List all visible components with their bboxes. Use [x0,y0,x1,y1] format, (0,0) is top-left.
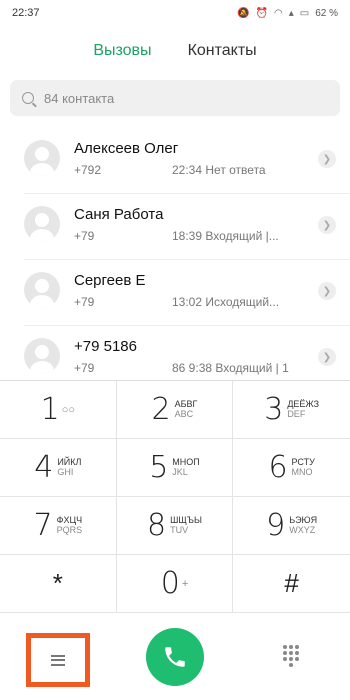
key-letters-lat: JKL [172,466,188,477]
status-bar: 22:37 🔕 ⏰ ◠ ▴ ▭ 62 % [0,0,350,26]
menu-button[interactable] [26,633,90,687]
key-6[interactable]: 6 РСТУ MNO [233,439,350,497]
tab-contacts[interactable]: Контакты [188,42,257,60]
key-5[interactable]: 5 МНОП JKL [116,439,234,497]
key-digit: 4 [34,450,54,485]
search-icon [22,92,34,104]
call-time: 18:39 [172,229,203,243]
key-digit: 7 [33,508,53,543]
key-1[interactable]: 1 ○○ [0,381,117,439]
call-status: Входящий |... [205,229,279,243]
key-letters: ЬЭЮЯ WXYZ [289,515,317,535]
call-number: +79 [74,229,95,243]
call-status: Исходящий... [205,295,280,309]
key-plus: + [181,577,189,590]
key-letters-lat: DEF [287,408,306,419]
chevron-right-icon[interactable]: ❯ [318,216,336,234]
key-7[interactable]: 7 ФХЦЧ PQRS [0,497,117,555]
key-9[interactable]: 9 ЬЭЮЯ WXYZ [233,497,350,555]
key-digit: * [52,568,63,598]
call-time: 22:34 [172,163,203,177]
voicemail-icon: ○○ [61,403,76,416]
key-letters-lat: WXYZ [289,524,316,535]
key-digit: 9 [266,508,286,543]
key-letters: ДЕЁЖЗ DEF [287,399,319,419]
call-log-item[interactable]: +79 5186 +79 86 9:38 Входящий | 1 ❯ [24,326,350,380]
bottom-bar [0,612,350,700]
call-log-item[interactable]: Алексеев Олег +792 22:34 Нет ответа ❯ [24,128,350,194]
tab-bar: Вызовы Контакты [0,36,350,66]
call-log-item[interactable]: Сергеев Е +79 13:02 Исходящий... ❯ [24,260,350,326]
avatar [24,272,60,308]
key-letters: АБВГ ABC [174,399,198,419]
key-digit: 0 [160,566,180,601]
call-button[interactable] [146,628,204,686]
call-meta: 18:39 Входящий |... [172,229,279,243]
search-placeholder: 84 контакта [44,90,115,106]
key-letters: ШЩЪЫ TUV [170,515,202,535]
call-time: 86 9:38 [172,361,213,375]
alarm-icon: ⏰ [255,7,268,19]
call-time: 13:02 [172,295,203,309]
key-letters-lat: ABC [174,408,194,419]
key-4[interactable]: 4 ИЙКЛ GHI [0,439,117,497]
dialpad-toggle-icon[interactable] [280,645,302,667]
phone-icon [165,647,185,667]
key-digit: 3 [264,392,284,427]
call-meta: 22:34 Нет ответа [172,163,266,177]
chevron-right-icon[interactable]: ❯ [318,150,336,168]
call-number: +792 [74,163,102,177]
call-number: +79 [74,295,95,309]
key-digit: # [284,568,299,598]
call-number: +79 [74,361,95,375]
call-status: Нет ответа [205,163,266,177]
signal-icon: ▴ [288,7,294,19]
search-input[interactable]: 84 контакта [10,80,340,116]
call-name: Сергеев Е [74,272,146,289]
call-log-item[interactable]: Саня Работа +79 18:39 Входящий |... ❯ [24,194,350,260]
avatar [24,338,60,374]
call-meta: 86 9:38 Входящий | 1 [172,361,289,375]
key-2[interactable]: 2 АБВГ ABC [116,381,234,439]
key-8[interactable]: 8 ШЩЪЫ TUV [116,497,234,555]
key-letters: РСТУ MNO [291,457,315,477]
key-letters-lat: PQRS [56,524,83,535]
key-letters: МНОП JKL [172,457,199,477]
key-0[interactable]: 0 + [116,555,234,613]
avatar [24,206,60,242]
status-time: 22:37 [12,7,40,19]
wifi-icon: ◠ [273,7,283,19]
call-log: Алексеев Олег +792 22:34 Нет ответа ❯ Са… [0,128,350,380]
mute-icon: 🔕 [237,7,250,19]
key-star[interactable]: * [0,555,117,613]
call-name: Алексеев Олег [74,140,179,157]
key-letters-lat: MNO [291,466,313,477]
key-digit: 8 [147,508,167,543]
key-letters-lat: TUV [170,524,189,535]
key-digit: 2 [151,392,171,427]
chevron-right-icon[interactable]: ❯ [318,348,336,366]
key-digit: 5 [149,450,169,485]
call-name: Саня Работа [74,206,164,223]
tab-calls[interactable]: Вызовы [93,42,151,60]
key-letters-lat: GHI [57,466,74,477]
key-hash[interactable]: # [233,555,350,613]
key-letters: ФХЦЧ PQRS [56,515,83,535]
hamburger-menu-icon [51,654,65,666]
key-digit: 1 [40,392,60,427]
avatar [24,140,60,176]
dial-keypad: 1 ○○ 2 АБВГ ABC 3 ДЕЁЖЗ DEF 4 ИЙКЛ GHI 5 МН… [0,380,350,613]
call-status: Входящий | 1 [215,361,289,375]
call-meta: 13:02 Исходящий... [172,295,279,309]
key-digit: 6 [268,450,288,485]
chevron-right-icon[interactable]: ❯ [318,282,336,300]
battery-level: 62 % [315,7,338,19]
status-icons: 🔕 ⏰ ◠ ▴ ▭ 62 % [237,8,338,19]
key-3[interactable]: 3 ДЕЁЖЗ DEF [233,381,350,439]
battery-icon: ▭ [299,7,310,19]
call-name: +79 5186 [74,338,137,355]
key-letters: ИЙКЛ GHI [57,457,81,477]
